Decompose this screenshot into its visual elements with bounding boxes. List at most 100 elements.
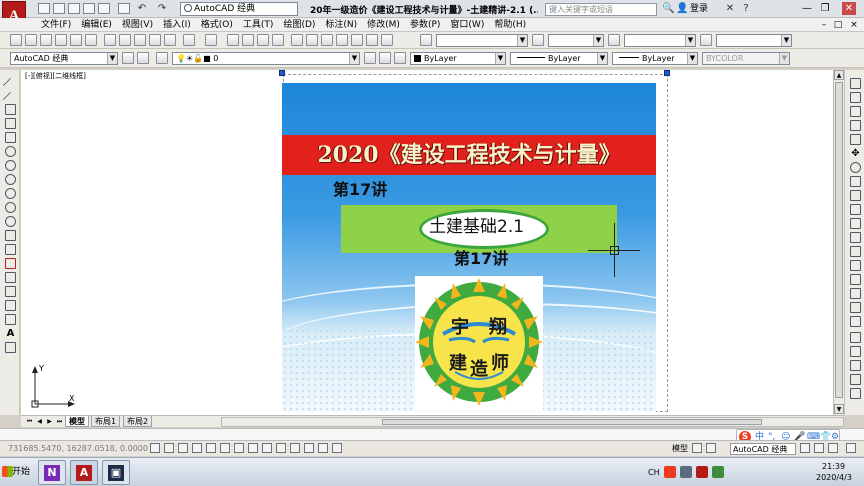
redo-icon[interactable]: ↷ bbox=[156, 3, 168, 15]
redo-icon[interactable] bbox=[205, 34, 217, 46]
cut-icon[interactable] bbox=[104, 34, 116, 46]
make-current-layer-icon[interactable] bbox=[364, 52, 376, 64]
help-icon[interactable]: ? bbox=[740, 3, 752, 15]
extend-icon[interactable] bbox=[850, 218, 861, 229]
mirror-icon[interactable] bbox=[850, 106, 861, 117]
properties-icon[interactable] bbox=[291, 34, 303, 46]
block-editor-icon[interactable] bbox=[164, 34, 176, 46]
layer-manager-icon[interactable] bbox=[156, 52, 168, 64]
doc-minimize-icon[interactable]: – bbox=[818, 19, 830, 31]
scroll-down-icon[interactable]: ▼ bbox=[834, 404, 844, 414]
send-to-back-icon[interactable] bbox=[850, 360, 861, 371]
draw-order-icon[interactable] bbox=[850, 332, 861, 343]
selection-grip-top-right[interactable] bbox=[664, 70, 670, 76]
search-input[interactable]: 键入关键字或短语 bbox=[545, 3, 657, 16]
infer-constraints-icon[interactable] bbox=[150, 443, 160, 453]
sogou-tray-icon[interactable] bbox=[664, 466, 676, 478]
point-icon[interactable] bbox=[5, 258, 16, 269]
tab-last-icon[interactable]: ⏭ bbox=[55, 417, 64, 426]
ortho-mode-icon[interactable] bbox=[192, 443, 202, 453]
array-icon[interactable] bbox=[850, 134, 861, 145]
object-snap-icon[interactable] bbox=[220, 443, 230, 453]
polar-tracking-icon[interactable] bbox=[206, 443, 216, 453]
quick-view-layouts-icon[interactable] bbox=[692, 443, 702, 453]
binoculars-search-icon[interactable]: 🔍 bbox=[662, 3, 674, 15]
clock-time[interactable]: 21:39 bbox=[822, 462, 845, 472]
undo-icon[interactable]: ↶ bbox=[136, 3, 148, 15]
login-link[interactable]: 登录 bbox=[690, 3, 708, 15]
grid-display-icon[interactable] bbox=[178, 443, 188, 453]
language-indicator[interactable]: CH bbox=[648, 468, 660, 478]
tab-prev-icon[interactable]: ◀ bbox=[35, 417, 44, 426]
quick-view-drawings-icon[interactable] bbox=[706, 443, 716, 453]
erase-icon[interactable] bbox=[850, 78, 861, 89]
layer-combo[interactable]: 💡☀🔓■ 0 ▼ bbox=[172, 52, 360, 65]
command-line[interactable] bbox=[0, 428, 864, 440]
hardware-acceleration-icon[interactable] bbox=[814, 443, 824, 453]
hatch-icon[interactable] bbox=[5, 272, 16, 283]
join-icon[interactable] bbox=[850, 260, 861, 271]
vertical-scrollbar[interactable]: ▲ ▼ bbox=[833, 70, 844, 415]
coordinate-readout[interactable]: 731685.5470, 16287.0518, 0.0000 bbox=[8, 444, 148, 454]
scroll-up-icon[interactable]: ▲ bbox=[834, 70, 844, 80]
calculator-icon[interactable] bbox=[366, 34, 378, 46]
add-selected-icon[interactable] bbox=[5, 342, 16, 353]
restore-button[interactable]: ❐ bbox=[818, 2, 832, 15]
table-style-icon[interactable] bbox=[608, 34, 620, 46]
bring-to-front-icon[interactable] bbox=[850, 346, 861, 357]
menu-draw[interactable]: 绘图(D) bbox=[278, 19, 320, 31]
layer-states-icon[interactable] bbox=[394, 52, 406, 64]
selection-cycling-icon[interactable] bbox=[332, 443, 342, 453]
close-button[interactable]: ✕ bbox=[842, 2, 856, 15]
snap-mode-icon[interactable] bbox=[164, 443, 174, 453]
design-center-icon[interactable] bbox=[306, 34, 318, 46]
table-icon[interactable] bbox=[5, 314, 16, 325]
dynamic-input-icon[interactable] bbox=[276, 443, 286, 453]
menu-tools[interactable]: 工具(T) bbox=[238, 19, 279, 31]
color-combo[interactable]: ByLayer ▼ bbox=[410, 52, 506, 65]
tab-layout2[interactable]: 布局2 bbox=[123, 416, 153, 427]
horizontal-scroll-thumb[interactable] bbox=[382, 419, 762, 425]
user-icon[interactable]: 👤 bbox=[676, 3, 688, 15]
tab-next-icon[interactable]: ▶ bbox=[45, 417, 54, 426]
dim-style-icon[interactable] bbox=[532, 34, 544, 46]
dim-style-combo[interactable]: ▼ bbox=[548, 34, 604, 47]
chamfer-icon[interactable] bbox=[850, 274, 861, 285]
bring-above-icon[interactable] bbox=[850, 374, 861, 385]
viewport-controls-label[interactable]: [-][俯视][二维线框] bbox=[25, 72, 86, 81]
start-button[interactable]: 开始 bbox=[0, 461, 32, 483]
polyline-icon[interactable] bbox=[5, 104, 16, 115]
tab-model[interactable]: 模型 bbox=[65, 416, 89, 427]
tray-app-icon[interactable] bbox=[680, 466, 692, 478]
menu-help[interactable]: 帮助(H) bbox=[489, 19, 531, 31]
spline-icon[interactable] bbox=[5, 188, 16, 199]
transparency-icon[interactable] bbox=[304, 443, 314, 453]
minimize-button[interactable]: — bbox=[800, 2, 814, 15]
preview-icon[interactable] bbox=[70, 34, 82, 46]
explode-icon[interactable] bbox=[850, 316, 861, 327]
paste-icon[interactable] bbox=[134, 34, 146, 46]
undo-icon[interactable] bbox=[183, 34, 195, 46]
customize-icon[interactable] bbox=[137, 52, 149, 64]
trim-icon[interactable] bbox=[850, 204, 861, 215]
send-under-icon[interactable] bbox=[850, 388, 861, 399]
ellipse-arc-icon[interactable] bbox=[5, 216, 16, 227]
menu-dimension[interactable]: 标注(N) bbox=[320, 19, 362, 31]
polygon-icon[interactable] bbox=[5, 118, 16, 129]
taskbar-app-recorder[interactable]: ▣ bbox=[102, 460, 130, 485]
embedded-slide-image[interactable]: 2020《建设工程技术与计量》 第17讲 土建基础2.1 第17讲 宇 翔 建 … bbox=[282, 83, 656, 412]
zoom-realtime-icon[interactable] bbox=[242, 34, 254, 46]
text-style-icon[interactable] bbox=[420, 34, 432, 46]
autocad-tray-icon[interactable] bbox=[696, 466, 708, 478]
plot-icon[interactable] bbox=[55, 34, 67, 46]
quick-properties-icon[interactable] bbox=[318, 443, 328, 453]
exchange-icon[interactable]: ✕ bbox=[724, 3, 736, 15]
3d-object-snap-icon[interactable] bbox=[234, 443, 244, 453]
network-tray-icon[interactable] bbox=[712, 466, 724, 478]
pan-icon[interactable] bbox=[227, 34, 239, 46]
menu-window[interactable]: 窗口(W) bbox=[445, 19, 489, 31]
model-space-label[interactable]: 模型 bbox=[672, 444, 688, 454]
workspace-switcher[interactable]: AutoCAD 经典 bbox=[180, 2, 298, 16]
break-icon[interactable] bbox=[850, 246, 861, 257]
menu-format[interactable]: 格式(O) bbox=[196, 19, 238, 31]
